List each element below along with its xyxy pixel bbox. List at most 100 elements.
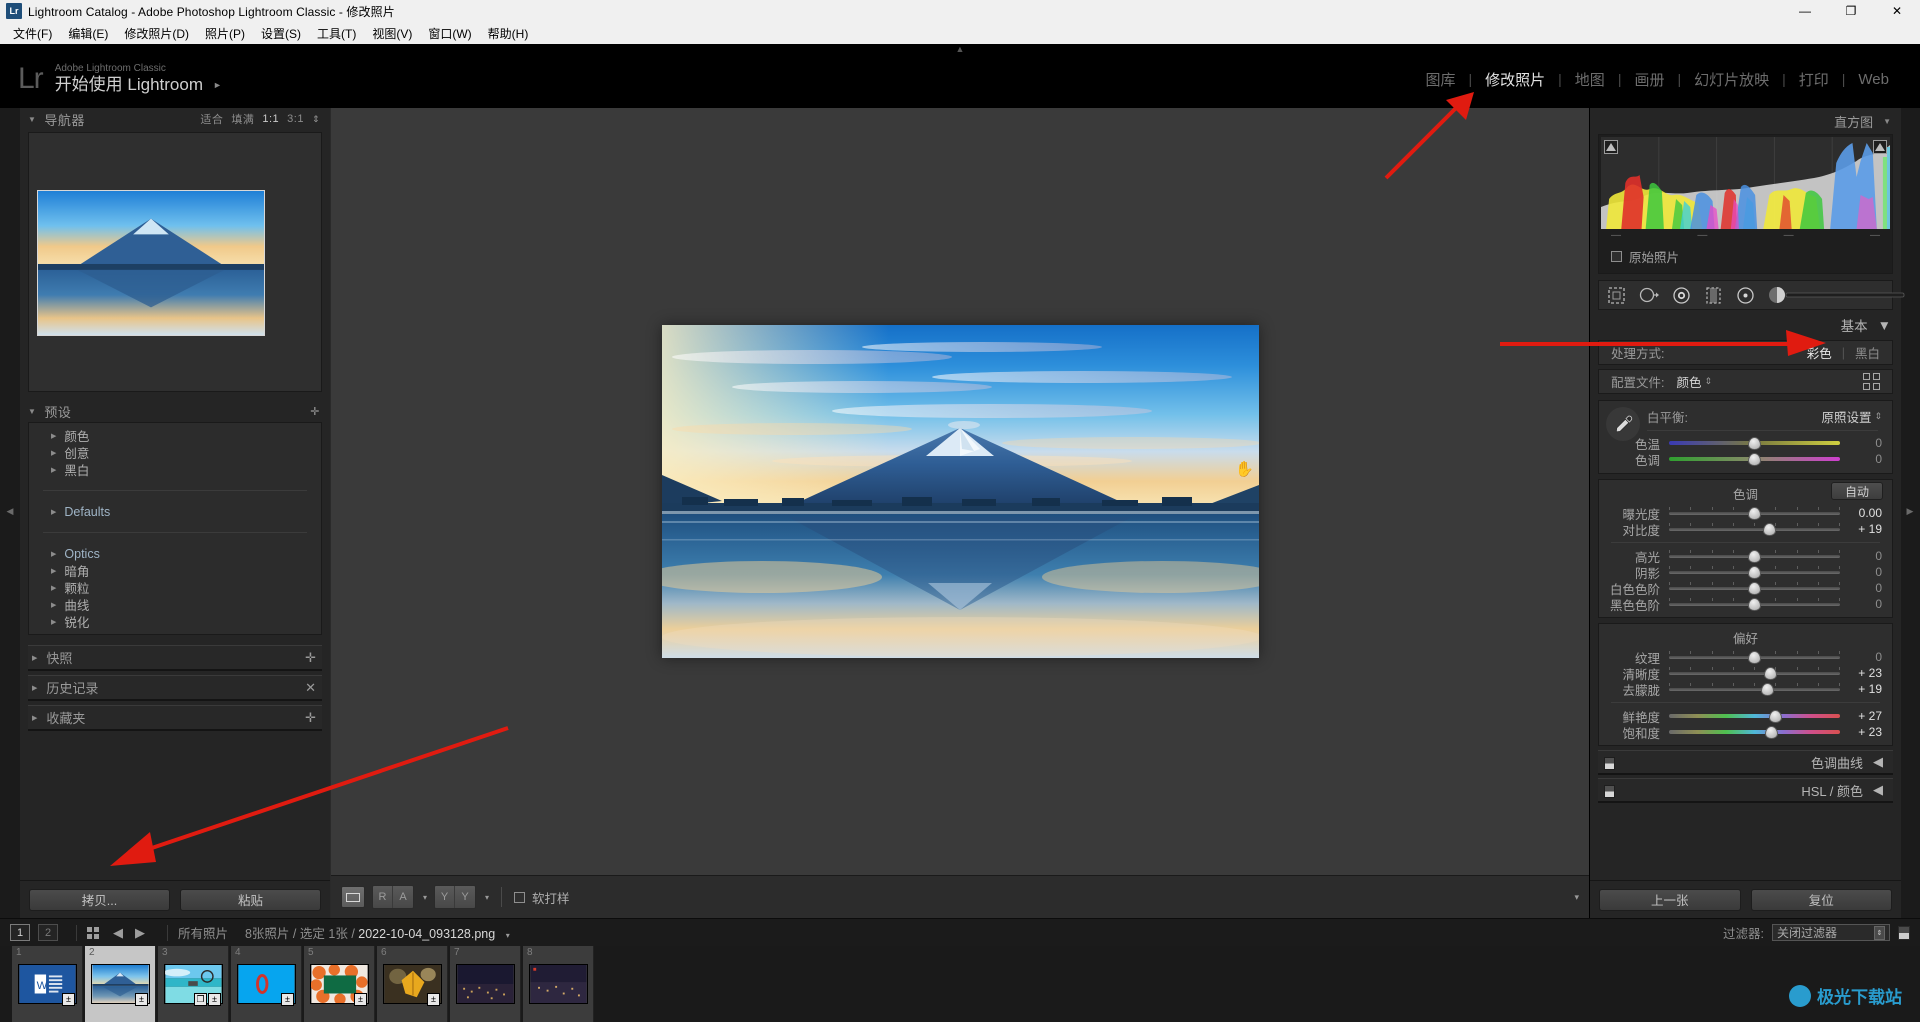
photo-canvas[interactable] — [331, 108, 1589, 875]
profile-spinner-icon[interactable]: ⇕ — [1705, 376, 1713, 387]
crop-tool-icon[interactable] — [1607, 284, 1626, 306]
loupe-view-icon[interactable] — [341, 886, 365, 908]
slider-track[interactable] — [1669, 682, 1840, 696]
close-button[interactable]: ✕ — [1874, 0, 1920, 22]
copy-badge-icon[interactable]: ❐ — [194, 993, 207, 1006]
zoom-3to1[interactable]: 3:1 — [287, 113, 304, 125]
develop-badge-icon[interactable]: ± — [354, 993, 367, 1006]
filmstrip-thumb-selected[interactable]: 2 ± — [85, 946, 156, 1022]
preset-group-optics[interactable]: ▶ Optics — [29, 545, 321, 562]
before-after-toggle[interactable]: R A — [372, 885, 414, 909]
slider-handle[interactable] — [1748, 550, 1761, 563]
adjustment-brush-icon[interactable] — [1768, 284, 1908, 306]
snapshots-panel[interactable]: ▶ 快照 ✛ — [28, 645, 322, 671]
histogram-graph[interactable] — [1601, 137, 1890, 229]
before-after-caret-icon[interactable]: ▾ — [423, 893, 427, 902]
hsl-color-panel[interactable]: HSL / 颜色 ◀ — [1598, 778, 1893, 803]
hsl-switch-icon[interactable] — [1604, 785, 1615, 798]
navigator-header[interactable]: ▼ 导航器 适合 填满 1:1 3:1 ⇕ — [20, 108, 330, 130]
menu-tools[interactable]: 工具(T) — [309, 23, 364, 43]
slider-dehaze[interactable]: 去朦胧 + 19 — [1599, 681, 1892, 698]
filmstrip-thumb[interactable]: 6 ± — [377, 946, 448, 1022]
original-photo-checkbox[interactable] — [1611, 251, 1622, 262]
loupe-photo[interactable] — [661, 325, 1259, 658]
slider-value[interactable]: + 19 — [1840, 682, 1882, 696]
slider-handle[interactable] — [1748, 507, 1761, 520]
filter-spinner-icon[interactable]: ⇕ — [1874, 925, 1885, 940]
radial-filter-icon[interactable] — [1736, 284, 1755, 306]
module-library[interactable]: 图库 — [1412, 69, 1468, 90]
slider-value[interactable]: + 23 — [1840, 666, 1882, 680]
preset-group-grain[interactable]: ▶ 颗粒 — [29, 579, 321, 596]
original-photo-toggle[interactable]: 原始照片 — [1601, 242, 1890, 271]
maximize-button[interactable]: ❐ — [1828, 0, 1874, 22]
develop-badge-icon[interactable]: ± — [135, 993, 148, 1006]
red-eye-icon[interactable] — [1672, 284, 1691, 306]
graduated-filter-icon[interactable] — [1704, 284, 1723, 306]
slider-handle[interactable] — [1748, 582, 1761, 595]
slider-track[interactable] — [1669, 666, 1840, 680]
histogram-header[interactable]: 直方图 ▼ — [1590, 108, 1901, 134]
collections-panel[interactable]: ▶ 收藏夹 ✛ — [28, 705, 322, 731]
slider-handle[interactable] — [1765, 726, 1779, 739]
menu-file[interactable]: 文件(F) — [5, 23, 60, 43]
minimize-button[interactable]: — — [1782, 0, 1828, 22]
slider-handle[interactable] — [1764, 667, 1778, 680]
slider-handle[interactable] — [1748, 651, 1761, 664]
chevron-down-icon[interactable]: ▼ — [1883, 117, 1891, 126]
white-balance-spinner-icon[interactable]: ⇕ — [1874, 411, 1882, 422]
preset-group-sharpening[interactable]: ▶ 锐化 — [29, 613, 321, 630]
yy-compare-toggle[interactable]: Y Y — [434, 885, 477, 909]
menu-photo[interactable]: 照片(P) — [197, 23, 253, 43]
white-balance-row[interactable]: 白平衡: 原照设置 ⇕ — [1599, 405, 1892, 427]
preset-group-bw[interactable]: ▶ 黑白 — [29, 461, 321, 478]
slider-track[interactable] — [1669, 522, 1840, 536]
slider-track[interactable] — [1669, 581, 1840, 595]
module-web[interactable]: Web — [1845, 71, 1902, 88]
preset-group-vignette[interactable]: ▶ 暗角 — [29, 562, 321, 579]
filmstrip-source-info[interactable]: 所有照片 8张照片 / 选定 1张 / 2022-10-04_093128.pn… — [178, 923, 510, 942]
slider-track[interactable] — [1669, 452, 1840, 466]
grid-view-icon[interactable] — [87, 926, 99, 939]
filmstrip-thumb[interactable]: 8 — [523, 946, 594, 1022]
slider-track[interactable] — [1669, 436, 1840, 450]
preset-group-curve[interactable]: ▶ 曲线 — [29, 596, 321, 613]
spot-removal-icon[interactable] — [1639, 284, 1659, 306]
shadow-clipping-icon[interactable] — [1604, 140, 1618, 154]
slider-handle[interactable] — [1762, 523, 1776, 536]
zoom-fit[interactable]: 适合 — [200, 111, 223, 127]
white-balance-value[interactable]: 原照设置 — [1821, 407, 1871, 426]
highlight-clipping-icon[interactable] — [1873, 140, 1887, 154]
paste-button[interactable]: 粘贴 — [180, 888, 321, 911]
preset-group-defaults[interactable]: ▶ Defaults — [29, 503, 321, 520]
slider-handle[interactable] — [1748, 453, 1761, 466]
module-map[interactable]: 地图 — [1562, 69, 1618, 90]
slider-contrast[interactable]: 对比度 + 19 — [1599, 521, 1892, 538]
slider-handle[interactable] — [1748, 566, 1761, 579]
slider-track[interactable] — [1669, 597, 1840, 611]
zoom-fill[interactable]: 填满 — [231, 111, 254, 127]
menu-develop[interactable]: 修改照片(D) — [116, 23, 197, 43]
forward-arrow-icon[interactable]: ▶ — [135, 925, 145, 941]
slider-handle[interactable] — [1748, 437, 1761, 450]
slider-value[interactable]: + 23 — [1840, 725, 1882, 739]
menu-help[interactable]: 帮助(H) — [480, 23, 537, 43]
toolbar-expand-caret-icon[interactable]: ▾ — [1574, 892, 1579, 903]
chevron-down-icon[interactable]: ▼ — [1878, 318, 1891, 333]
slider-track[interactable] — [1669, 725, 1840, 739]
slider-track[interactable] — [1669, 549, 1840, 563]
develop-badge-icon[interactable]: ± — [62, 993, 75, 1006]
right-panel-collapse-icon[interactable]: ▶ — [1904, 498, 1916, 524]
filmstrip-thumb[interactable]: 4 ± — [231, 946, 302, 1022]
add-preset-icon[interactable]: ✛ — [310, 405, 320, 418]
preset-group-creative[interactable]: ▶ 创意 — [29, 444, 321, 461]
identity-plate[interactable]: Lr Adobe Lightroom Classic 开始使用 Lightroo… — [18, 63, 222, 95]
filter-enable-switch[interactable] — [1898, 925, 1910, 940]
treatment-bw-option[interactable]: 黑白 — [1855, 343, 1880, 362]
slider-handle[interactable] — [1748, 598, 1761, 611]
left-panel-collapse-icon[interactable]: ◀ — [4, 498, 16, 524]
slider-value[interactable]: 0 — [1840, 436, 1882, 450]
slider-value[interactable]: 0 — [1840, 565, 1882, 579]
history-panel[interactable]: ▶ 历史记录 ✕ — [28, 675, 322, 701]
filmstrip-thumb[interactable]: 7 — [450, 946, 521, 1022]
